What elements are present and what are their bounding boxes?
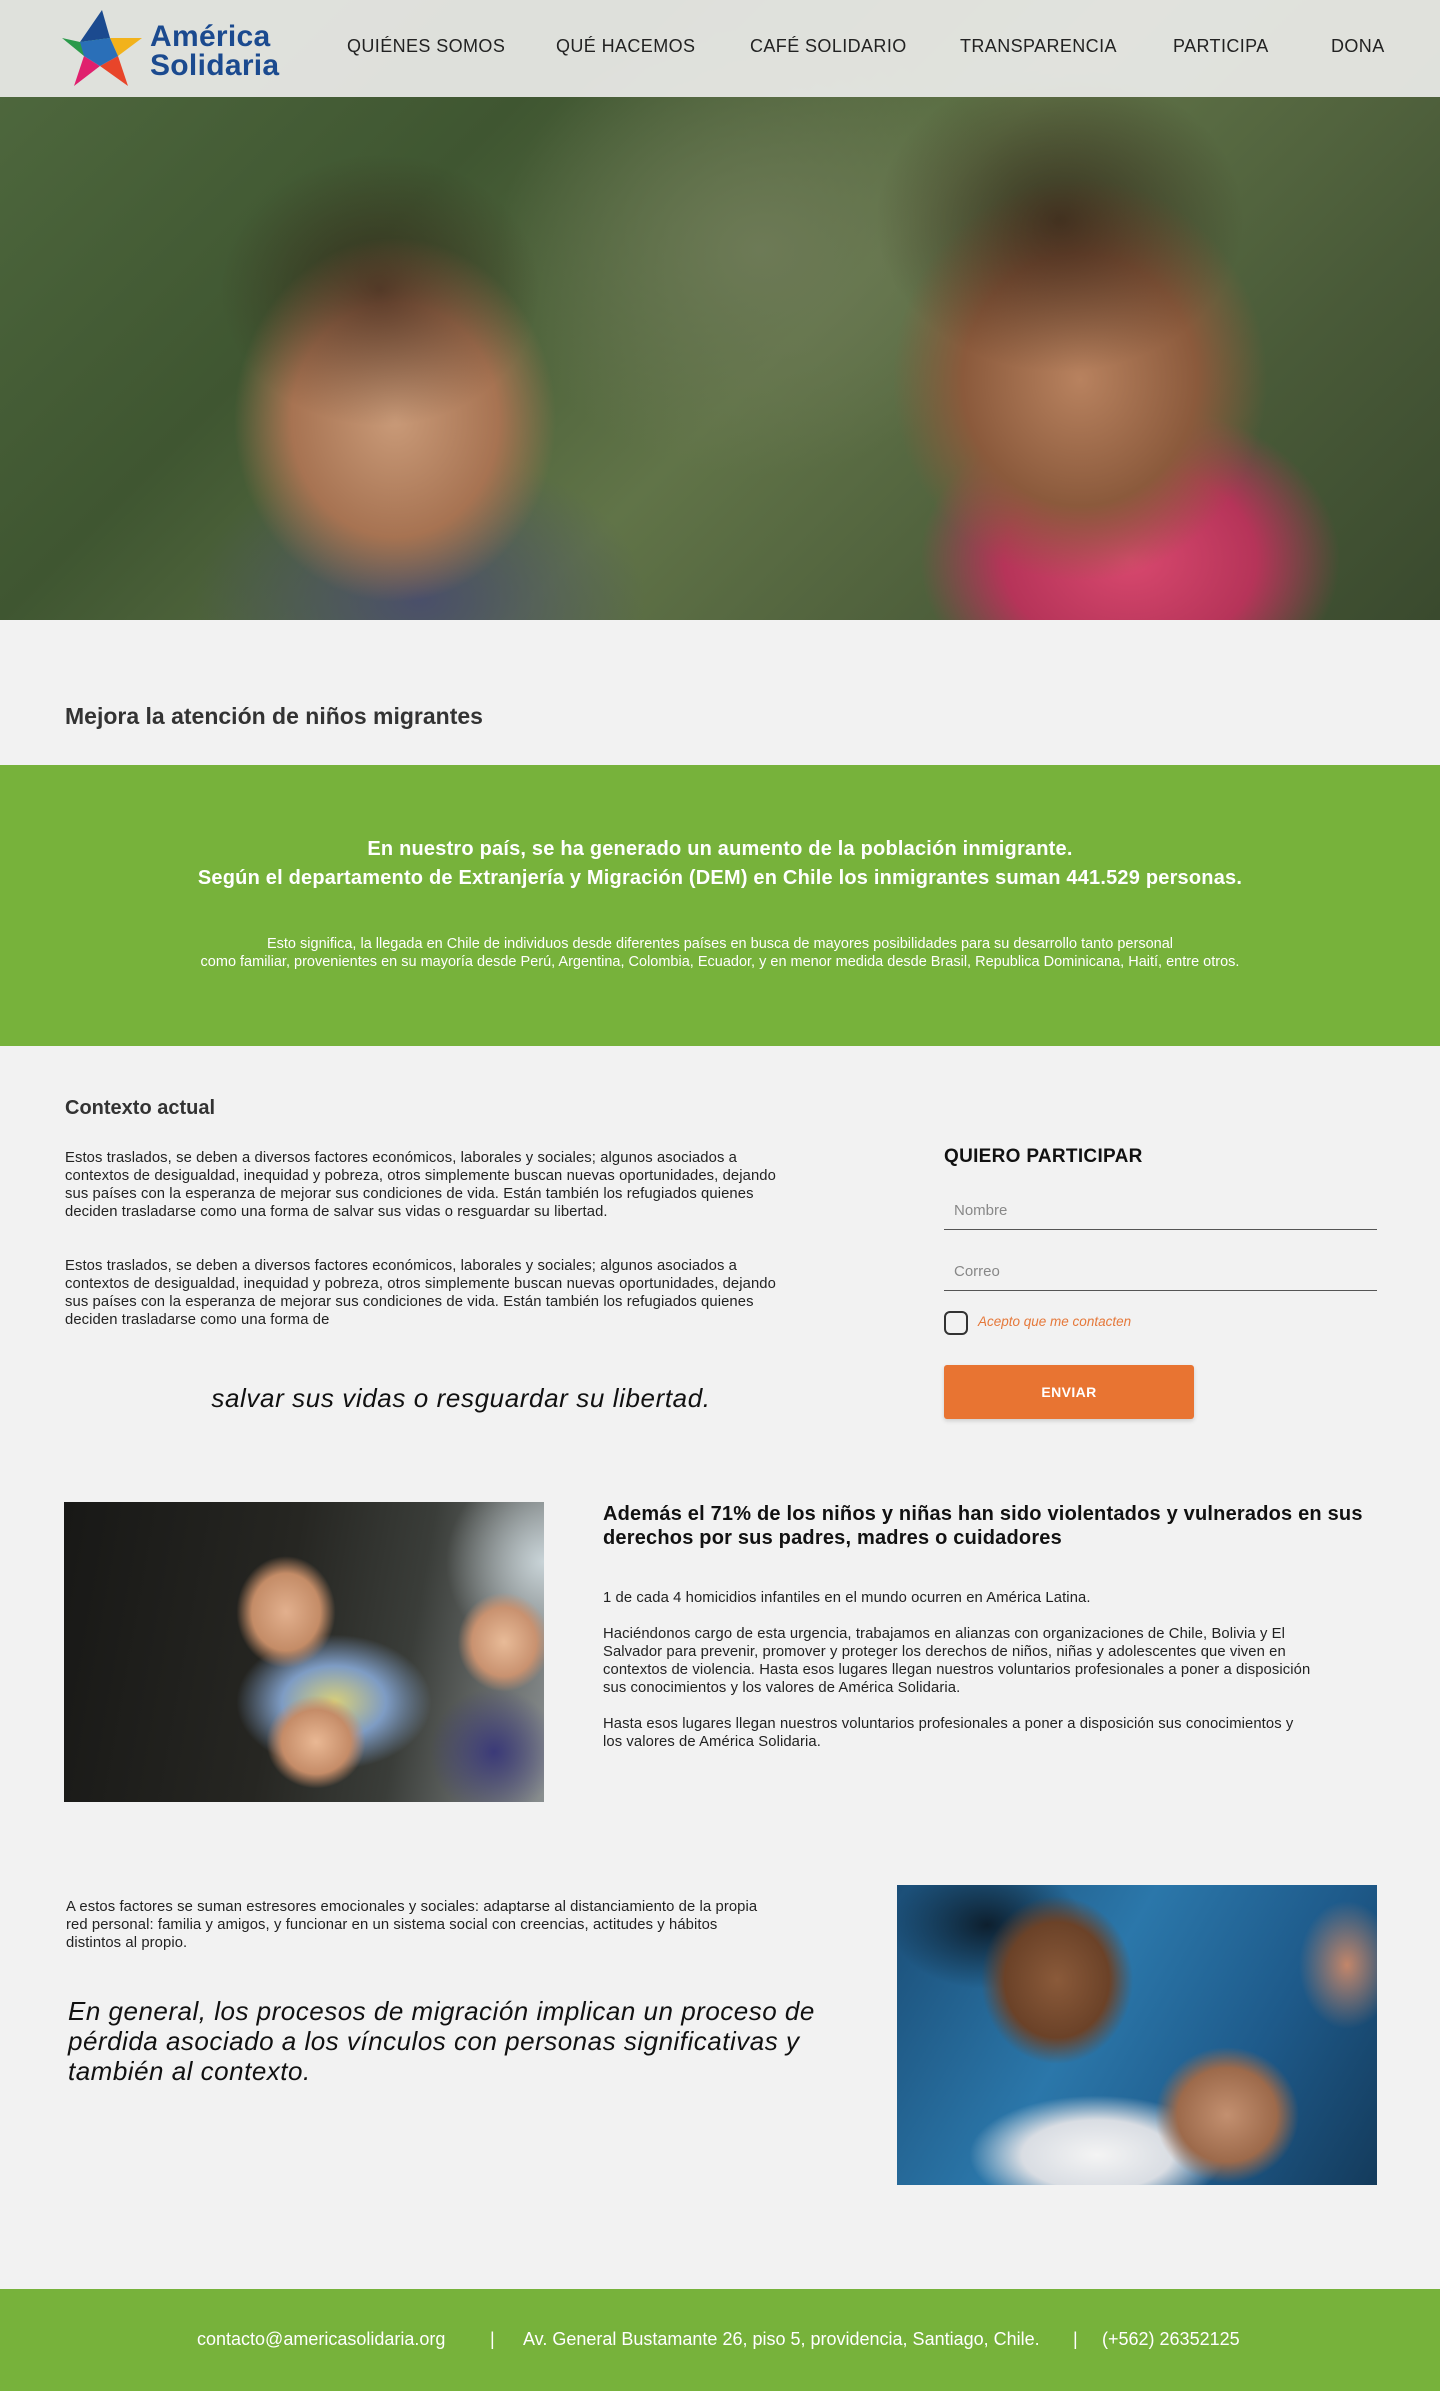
- context-paragraph-1: Estos traslados, se deben a diversos fac…: [65, 1150, 776, 1220]
- footer-separator-1: |: [490, 2329, 495, 2349]
- statistics-banner: En nuestro país, se ha generado un aumen…: [0, 765, 1440, 1046]
- context-title: Contexto actual: [65, 1097, 216, 1119]
- email-field[interactable]: [944, 1253, 1377, 1291]
- top-navigation-bar: América Solidaria QUIÉNES SOMOS QUÉ HACE…: [0, 0, 1440, 97]
- violence-paragraph-2: Haciéndonos cargo de esta urgencia, trab…: [603, 1626, 1311, 1696]
- banner-detail-line-1: Esto significa, la llegada en Chile de i…: [266, 936, 1173, 952]
- name-field[interactable]: [944, 1192, 1377, 1230]
- banner-lead-line-1: En nuestro país, se ha generado un aumen…: [367, 838, 1073, 860]
- migration-quote: En general, los procesos de migración im…: [68, 1996, 815, 2086]
- context-paragraph-2: Estos traslados, se deben a diversos fac…: [65, 1258, 776, 1328]
- banner-lead-line-2: Según el departamento de Extranjería y M…: [197, 867, 1243, 889]
- consent-checkbox[interactable]: [944, 1311, 968, 1335]
- children-photo-1: [64, 1502, 544, 1802]
- banner-detail-line-2: como familiar, provenientes en su mayorí…: [200, 954, 1240, 970]
- context-quote: salvar sus vidas o resguardar su liberta…: [211, 1383, 711, 1413]
- send-button[interactable]: ENVIAR: [944, 1365, 1194, 1419]
- nav-dona[interactable]: DONA: [1331, 36, 1385, 57]
- footer: contacto@americasolidaria.org | Av. Gene…: [0, 2289, 1440, 2391]
- consent-label: Acepto que me contacten: [978, 1314, 1132, 1329]
- page-title: Mejora la atención de niños migrantes: [65, 703, 483, 729]
- nav-participa[interactable]: PARTICIPA: [1173, 36, 1269, 57]
- main-nav: QUIÉNES SOMOS QUÉ HACEMOS CAFÉ SOLIDARIO…: [0, 36, 1440, 66]
- footer-separator-2: |: [1073, 2329, 1078, 2349]
- migration-paragraph: A estos factores se suman estresores emo…: [66, 1899, 758, 1951]
- footer-phone[interactable]: (+562) 26352125: [1102, 2329, 1240, 2350]
- nav-cafe-solidario[interactable]: CAFÉ SOLIDARIO: [750, 36, 907, 57]
- violence-title: Además el 71% de los niños y niñas han s…: [603, 1503, 1363, 1549]
- form-title: QUIERO PARTICIPAR: [944, 1146, 1143, 1167]
- children-photo-2: [897, 1885, 1377, 2185]
- footer-email-link[interactable]: contacto@americasolidaria.org: [197, 2329, 445, 2350]
- nav-quienes-somos[interactable]: QUIÉNES SOMOS: [347, 36, 505, 57]
- violence-paragraph-1: 1 de cada 4 homicidios infantiles en el …: [603, 1590, 1091, 1606]
- footer-address: Av. General Bustamante 26, piso 5, provi…: [523, 2329, 1040, 2349]
- nav-que-hacemos[interactable]: QUÉ HACEMOS: [556, 36, 695, 57]
- nav-transparencia[interactable]: TRANSPARENCIA: [960, 36, 1117, 57]
- violence-paragraph-3: Hasta esos lugares llegan nuestros volun…: [603, 1716, 1294, 1750]
